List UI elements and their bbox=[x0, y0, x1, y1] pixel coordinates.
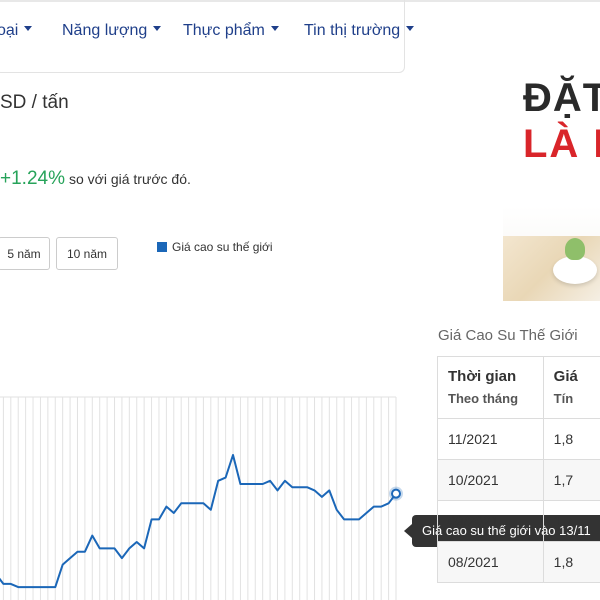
ad-headline-line2: LÀ F bbox=[523, 122, 600, 166]
table-header-price: Giá Tín bbox=[542, 356, 600, 419]
row-time: 08/2021 bbox=[437, 541, 544, 583]
table-title: Giá Cao Su Thế Giới bbox=[438, 327, 578, 344]
table-header-row: Thời gian Theo tháng Giá Tín bbox=[437, 356, 600, 419]
bowl-image bbox=[553, 256, 597, 284]
row-price: 1,7 bbox=[542, 500, 600, 542]
top-navigation: oại Năng lượng Thực phẩm Tin thị trường bbox=[0, 0, 600, 73]
range-10-years-button[interactable]: 10 năm bbox=[56, 237, 118, 270]
range-5-years-button[interactable]: 5 năm bbox=[0, 237, 50, 270]
price-change-percent: +1.24% bbox=[0, 168, 65, 189]
legend-swatch bbox=[157, 242, 167, 252]
table-header-time: Thời gian Theo tháng bbox=[437, 356, 544, 419]
price-change: +1.24% so với giá trước đó. bbox=[0, 168, 191, 190]
chevron-down-icon bbox=[24, 26, 33, 32]
row-price: 1,8 bbox=[542, 418, 600, 460]
header-main: Giá bbox=[553, 368, 578, 385]
chevron-down-icon bbox=[153, 26, 162, 32]
price-change-text: so với giá trước đó. bbox=[68, 171, 191, 187]
hover-point[interactable] bbox=[391, 488, 401, 499]
header-main: Thời gian bbox=[448, 368, 517, 385]
table-row: 11/2021 1,8 bbox=[437, 418, 600, 460]
row-price: 1,7 bbox=[542, 459, 600, 501]
header-sub: Tín bbox=[553, 391, 574, 406]
ad-banner[interactable]: ĐẶT LÀ F bbox=[503, 64, 600, 301]
ad-headline-line1: ĐẶT bbox=[523, 76, 600, 120]
chart-legend[interactable]: Giá cao su thế giới bbox=[157, 240, 273, 254]
nav-item-label: oại bbox=[0, 22, 19, 39]
table-row: 09/2021 1,7 bbox=[437, 500, 600, 542]
chevron-down-icon bbox=[270, 26, 279, 32]
nav-item-energy[interactable]: Năng lượng bbox=[62, 22, 162, 40]
chevron-down-icon bbox=[406, 26, 415, 32]
nav-item-label: Năng lượng bbox=[62, 22, 148, 39]
price-table: Thời gian Theo tháng Giá Tín 11/2021 1,8… bbox=[437, 356, 600, 583]
tooltip-arrow bbox=[404, 524, 412, 538]
nav-item-label: Tin thị trường bbox=[304, 22, 401, 39]
leaf-image bbox=[565, 238, 585, 260]
row-time: 09/2021 bbox=[437, 500, 544, 542]
legend-label: Giá cao su thế giới bbox=[172, 240, 273, 254]
row-price: 1,8 bbox=[542, 541, 600, 583]
price-line-chart[interactable] bbox=[0, 380, 410, 600]
nav-item-other[interactable]: oại bbox=[0, 22, 33, 40]
table-row: 08/2021 1,8 bbox=[437, 541, 600, 583]
nav-item-label: Thực phẩm bbox=[183, 22, 265, 39]
nav-item-food[interactable]: Thực phẩm bbox=[183, 22, 279, 40]
row-time: 10/2021 bbox=[437, 459, 544, 501]
ad-product-image bbox=[503, 236, 600, 301]
nav-item-market-news[interactable]: Tin thị trường bbox=[304, 22, 415, 40]
price-unit: SD / tấn bbox=[0, 92, 69, 113]
header-sub: Theo tháng bbox=[448, 391, 519, 406]
row-time: 11/2021 bbox=[437, 418, 544, 460]
table-row: 10/2021 1,7 bbox=[437, 459, 600, 501]
